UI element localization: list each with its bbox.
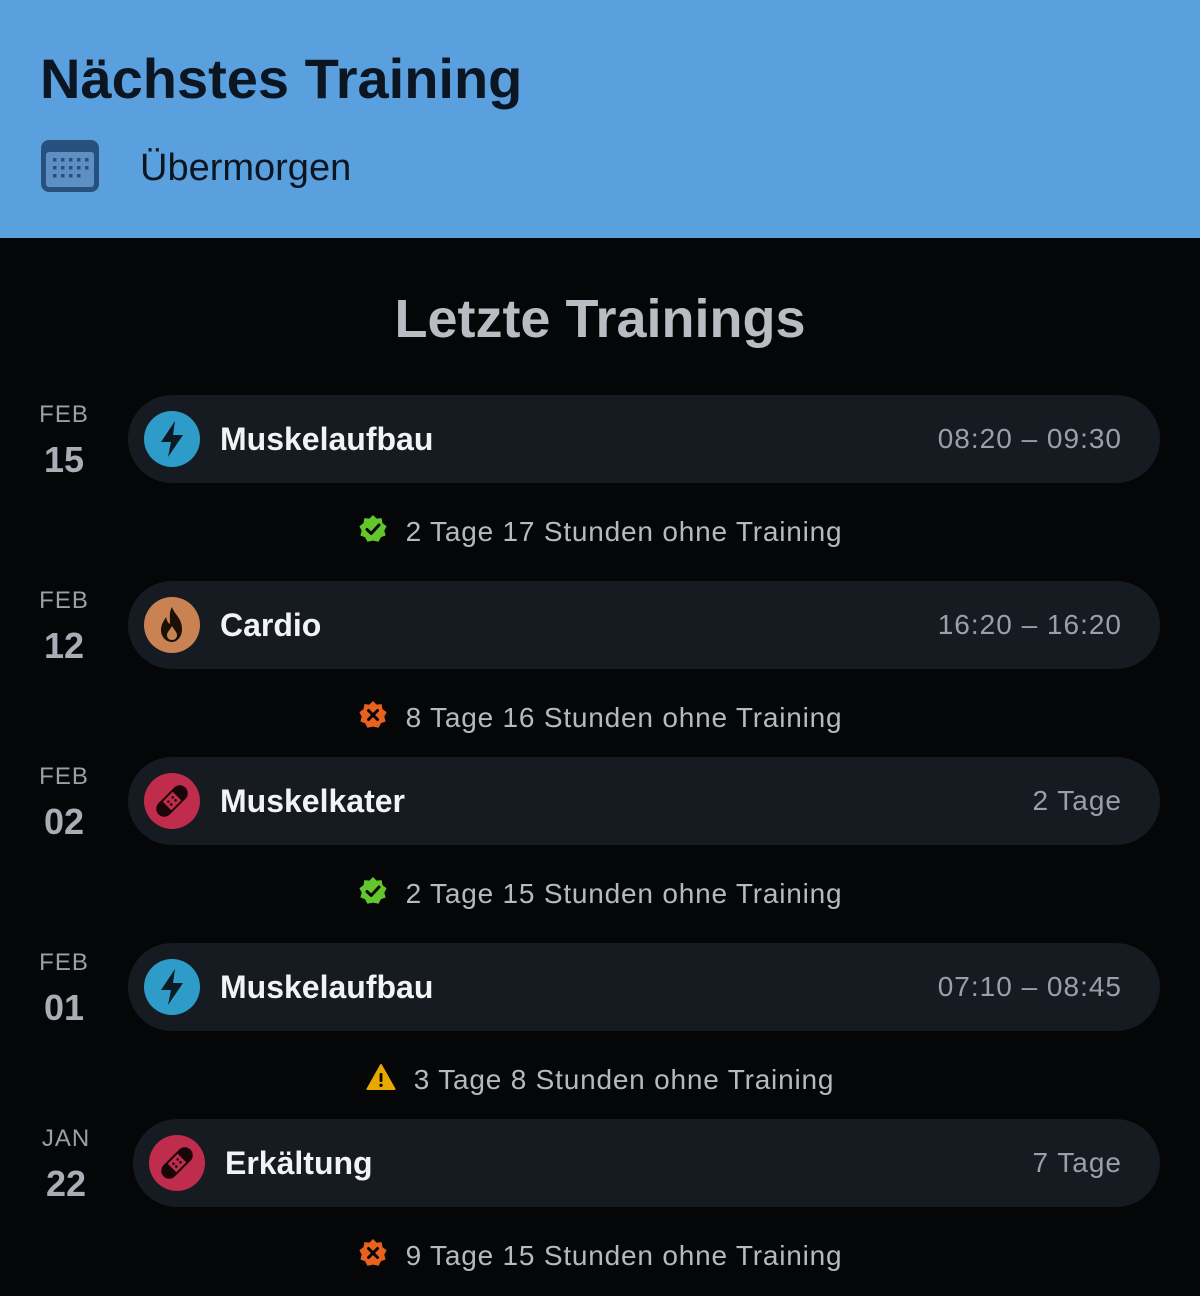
date-month: FEB [39,949,89,976]
date-label: FEB 01 [38,949,90,1031]
date-day: 01 [43,987,85,1028]
training-time: 2 Tage [1032,785,1122,816]
date-label: JAN 22 [40,1125,92,1207]
rest-gap: 2 Tage 17 Stunden ohne Training [0,512,1200,552]
training-name: Muskelkater [220,783,405,819]
rest-gap: 2 Tage 15 Stunden ohne Training [0,874,1200,914]
training-name: Cardio [220,607,322,643]
training-time: 07:10 – 08:45 [937,971,1122,1002]
training-entry[interactable]: Muskelaufbau 07:10 – 08:45 [128,943,1160,1031]
training-entry[interactable]: Muskelkater 2 Tage [128,757,1160,845]
training-time: 7 Tage [1032,1147,1122,1178]
flame-icon [144,597,200,653]
check-badge-icon [358,876,388,906]
date-month: JAN [41,1125,91,1152]
rest-gap: 3 Tage 8 Stunden ohne Training [0,1060,1200,1100]
date-day: 12 [43,625,85,666]
calendar-icon [40,138,100,194]
rest-gap: 8 Tage 16 Stunden ohne Training [0,698,1200,738]
check-badge-icon [358,514,388,544]
rest-gap-text: 2 Tage 15 Stunden ohne Training [405,878,843,909]
training-entry[interactable]: Muskelaufbau 08:20 – 09:30 [128,395,1160,483]
training-time: 16:20 – 16:20 [937,609,1122,640]
training-time: 08:20 – 09:30 [937,423,1122,454]
rest-gap-text: 8 Tage 16 Stunden ohne Training [405,702,843,733]
training-entry[interactable]: Erkältung 7 Tage [133,1119,1160,1207]
date-month: FEB [39,401,89,428]
date-label: FEB 15 [38,401,90,483]
date-day: 22 [45,1163,87,1204]
rest-gap: 9 Tage 15 Stunden ohne Training [0,1236,1200,1276]
training-name: Muskelaufbau [220,969,434,1005]
lightning-icon [144,959,200,1015]
lightning-icon [144,411,200,467]
training-entry[interactable]: Cardio 16:20 – 16:20 [128,581,1160,669]
date-day: 02 [43,801,85,842]
date-label: FEB 02 [38,763,90,845]
x-badge-icon [358,700,388,730]
section-title: Letzte Trainings [394,289,806,349]
warning-icon [366,1062,396,1092]
rest-gap-text: 3 Tage 8 Stunden ohne Training [413,1064,835,1095]
date-month: FEB [39,587,89,614]
next-training-title: Nächstes Training [40,47,523,110]
x-badge-icon [358,1238,388,1268]
training-name: Muskelaufbau [220,421,434,457]
date-month: FEB [39,763,89,790]
bandage-icon [144,773,200,829]
training-name: Erkältung [225,1145,373,1181]
rest-gap-text: 9 Tage 15 Stunden ohne Training [405,1240,843,1271]
next-training-header: Nächstes Training Übermorgen [0,0,1200,238]
next-training-date: Übermorgen [140,147,352,189]
date-label: FEB 12 [38,587,90,669]
date-day: 15 [43,439,85,480]
rest-gap-text: 2 Tage 17 Stunden ohne Training [405,516,843,547]
bandage-icon [149,1135,205,1191]
